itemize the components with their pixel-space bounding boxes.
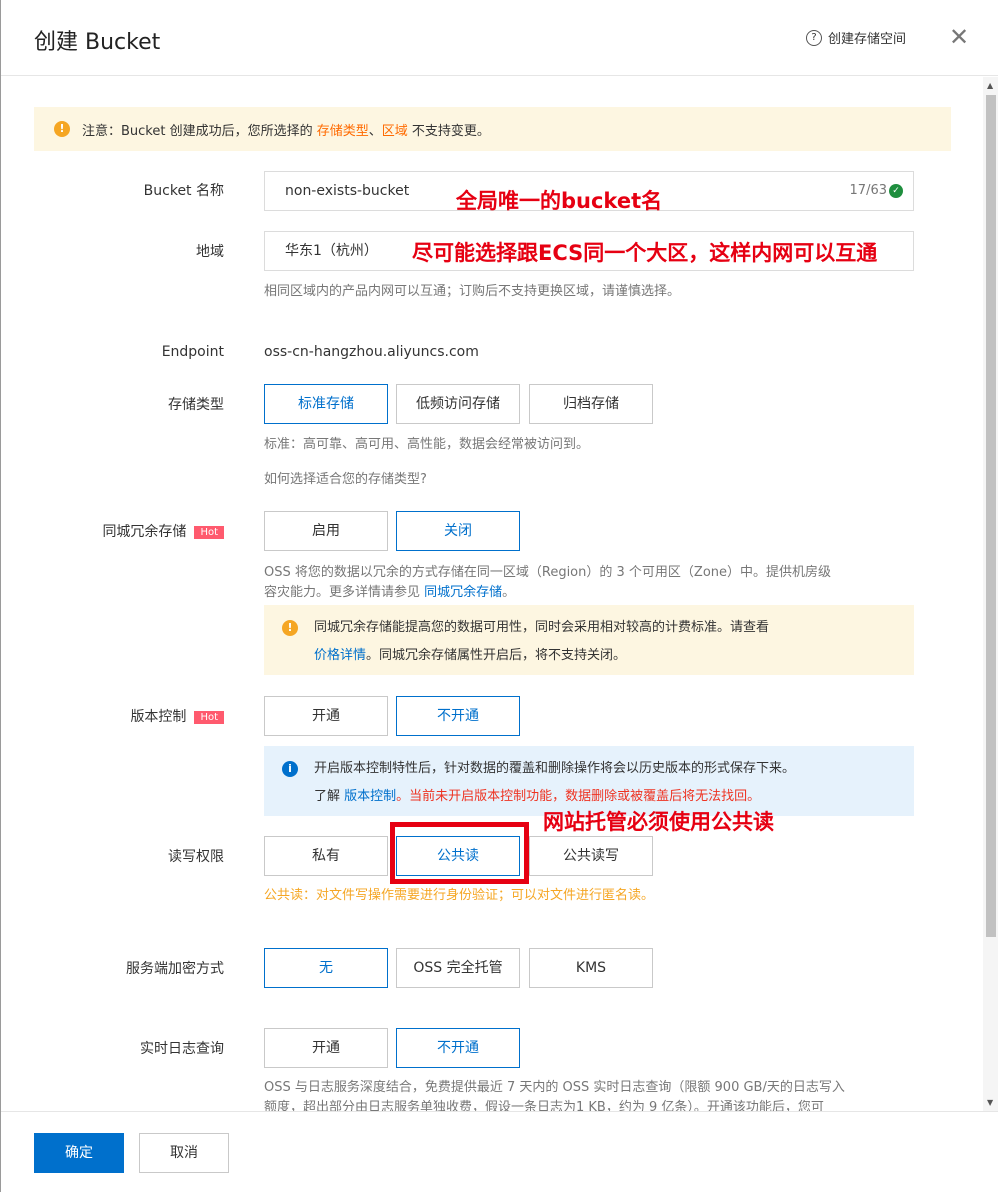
encryption-option-none[interactable]: 无 (264, 948, 388, 988)
close-icon[interactable]: ✕ (948, 25, 970, 49)
endpoint-value: oss-cn-hangzhou.aliyuncs.com (264, 344, 479, 360)
cancel-button[interactable]: 取消 (139, 1133, 229, 1173)
region-label: 地域 (196, 244, 224, 260)
vertical-scrollbar[interactable]: ▲ ▼ (983, 77, 998, 1111)
dialog-footer: 确定 取消 (1, 1111, 998, 1192)
dialog-title: 创建 Bucket (34, 30, 161, 55)
storage-class-option-standard[interactable]: 标准存储 (264, 384, 388, 424)
versioning-doc-link[interactable]: 版本控制 (344, 789, 396, 804)
annotation-acl: 网站托管必须使用公共读 (543, 810, 774, 834)
scrollbar-thumb[interactable] (986, 95, 996, 937)
realtime-log-option-disable[interactable]: 不开通 (396, 1028, 520, 1068)
dialog-body: ! 注意：Bucket 创建成功后，您所选择的 存储类型、区域 不支持变更。 B… (1, 77, 983, 1111)
storage-class-help-link[interactable]: 如何选择适合您的存储类型? (264, 470, 427, 490)
char-counter: 17/63 ✓ (850, 172, 903, 210)
storage-class-option-ia[interactable]: 低频访问存储 (396, 384, 520, 424)
versioning-label: 版本控制 Hot (34, 706, 224, 726)
zrs-tip: OSS 将您的数据以冗余的方式存储在同一区域（Region）的 3 个可用区（Z… (264, 565, 832, 600)
notice-region-link[interactable]: 区域 (382, 124, 408, 139)
help-link[interactable]: ? 创建存储空间 (806, 28, 906, 47)
scroll-up-icon[interactable]: ▲ (987, 81, 993, 90)
endpoint-label: Endpoint (161, 344, 224, 360)
annotation-highlight-box (390, 822, 529, 884)
realtime-log-label: 实时日志查询 (140, 1041, 224, 1057)
realtime-log-option-enable[interactable]: 开通 (264, 1028, 388, 1068)
encryption-option-kms[interactable]: KMS (529, 948, 653, 988)
price-detail-link[interactable]: 价格详情 (314, 648, 366, 663)
notice-text: 注意：Bucket 创建成功后，您所选择的 存储类型、区域 不支持变更。 (82, 123, 490, 139)
info-icon: i (282, 761, 298, 777)
notice-banner: ! 注意：Bucket 创建成功后，您所选择的 存储类型、区域 不支持变更。 (34, 107, 951, 151)
acl-label: 读写权限 (168, 849, 224, 865)
annotation-bucket-name: 全局唯一的bucket名 (456, 189, 663, 213)
hot-badge: Hot (194, 710, 224, 724)
encryption-label: 服务端加密方式 (126, 961, 224, 977)
acl-tip: 公共读：对文件写操作需要进行身份验证；可以对文件进行匿名读。 (264, 888, 655, 903)
bucket-name-label: Bucket 名称 (143, 183, 224, 199)
zrs-option-disable[interactable]: 关闭 (396, 511, 520, 551)
versioning-option-disable[interactable]: 不开通 (396, 696, 520, 736)
zrs-label: 同城冗余存储 Hot (34, 521, 224, 541)
zrs-doc-link[interactable]: 同城冗余存储 (424, 585, 502, 600)
zrs-warning-box: ! 同城冗余存储能提高您的数据可用性，同时会采用相对较高的计费标准。请查看 价格… (264, 605, 914, 675)
scroll-down-icon[interactable]: ▼ (987, 1098, 993, 1107)
create-bucket-dialog: 创建 Bucket ? 创建存储空间 ✕ ! 注意：Bucket 创建成功后，您… (0, 0, 998, 1192)
annotation-region: 尽可能选择跟ECS同一个大区，这样内网可以互通 (412, 241, 878, 265)
notice-storage-type-link[interactable]: 存储类型 (317, 124, 369, 139)
hot-badge: Hot (194, 525, 224, 539)
dialog-header: 创建 Bucket ? 创建存储空间 ✕ (1, 0, 998, 76)
confirm-button[interactable]: 确定 (34, 1133, 124, 1173)
warning-icon: ! (54, 121, 70, 137)
versioning-option-enable[interactable]: 开通 (264, 696, 388, 736)
zrs-option-enable[interactable]: 启用 (264, 511, 388, 551)
storage-class-tip: 标准：高可靠、高可用、高性能，数据会经常被访问到。 (264, 437, 590, 452)
acl-option-public-read-write[interactable]: 公共读写 (529, 836, 653, 876)
storage-class-label: 存储类型 (168, 397, 224, 413)
encryption-option-oss[interactable]: OSS 完全托管 (396, 948, 520, 988)
realtime-log-tip: OSS 与日志服务深度结合，免费提供最近 7 天内的 OSS 实时日志查询（限额… (264, 1080, 845, 1111)
help-label: 创建存储空间 (828, 32, 907, 47)
storage-class-option-archive[interactable]: 归档存储 (529, 384, 653, 424)
warning-icon: ! (282, 620, 298, 636)
check-circle-icon: ✓ (889, 184, 903, 198)
question-circle-icon: ? (806, 29, 822, 46)
region-tip: 相同区域内的产品内网可以互通；订购后不支持更换区域，请谨慎选择。 (264, 284, 681, 299)
acl-option-private[interactable]: 私有 (264, 836, 388, 876)
